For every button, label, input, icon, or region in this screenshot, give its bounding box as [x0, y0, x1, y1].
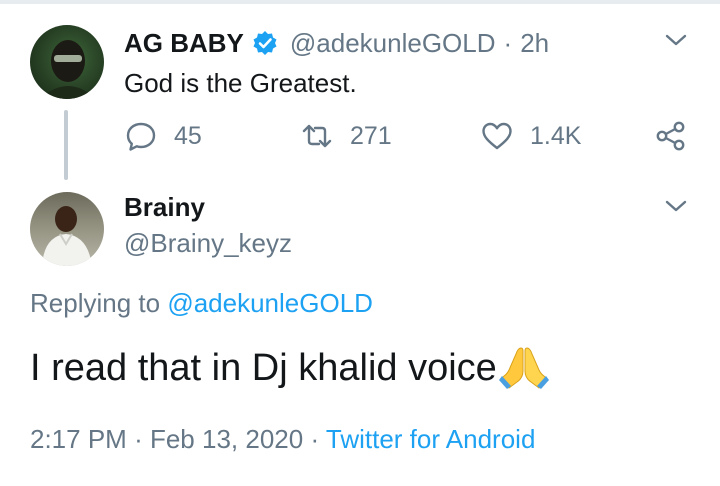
tweet-actions: 45 271 1.4K [124, 118, 694, 154]
heart-icon [482, 122, 512, 150]
share-icon [656, 121, 685, 151]
avatar-photo-icon [42, 206, 92, 266]
handle[interactable]: @Brainy_keyz [124, 228, 292, 259]
reply-icon [126, 122, 156, 151]
avatar-photo-icon [40, 40, 96, 99]
replying-to-line: Replying to @adekunleGOLD [30, 288, 373, 319]
chevron-down-icon[interactable] [664, 32, 688, 48]
chevron-down-icon[interactable] [664, 198, 688, 214]
mention-link[interactable]: @adekunleGOLD [167, 288, 373, 318]
verified-badge-icon [253, 31, 277, 55]
top-divider [0, 0, 720, 4]
like-count: 1.4K [530, 121, 582, 150]
tweet-header: AG BABY @adekunleGOLD · 2h [124, 26, 549, 60]
tweet-date: Feb 13, 2020 [149, 424, 304, 454]
separator-dot: · [310, 424, 320, 454]
separator-dot: · [503, 27, 513, 58]
tweet-timestamp: 2:17 PM [30, 424, 127, 454]
thread-connector [64, 110, 68, 180]
tweet-meta: 2:17 PM · Feb 13, 2020 · Twitter for And… [30, 424, 535, 455]
avatar[interactable] [30, 25, 104, 99]
retweet-count: 271 [350, 121, 392, 150]
tweet-text-content: I read that in Dj khalid voice [30, 347, 497, 389]
display-name[interactable]: AG BABY [124, 28, 244, 59]
folded-hands-emoji-icon [498, 347, 549, 389]
reply-count: 45 [174, 121, 202, 150]
separator-dot: · [134, 424, 143, 454]
handle[interactable]: @adekunleGOLD [290, 28, 496, 59]
tweet-source-link[interactable]: Twitter for Android [326, 424, 536, 454]
tweet-time[interactable]: 2h [520, 28, 549, 59]
share-button[interactable] [654, 118, 688, 154]
like-button[interactable]: 1.4K [480, 118, 581, 154]
retweet-button[interactable]: 271 [300, 118, 392, 154]
tweet-text: I read that in Dj khalid voice [30, 344, 551, 390]
replying-to-label: Replying to [30, 288, 161, 318]
display-name[interactable]: Brainy [124, 192, 205, 223]
tweet-text: God is the Greatest. [124, 68, 357, 98]
reply-button[interactable]: 45 [124, 118, 202, 154]
retweet-icon [302, 124, 332, 148]
avatar[interactable] [30, 192, 104, 266]
